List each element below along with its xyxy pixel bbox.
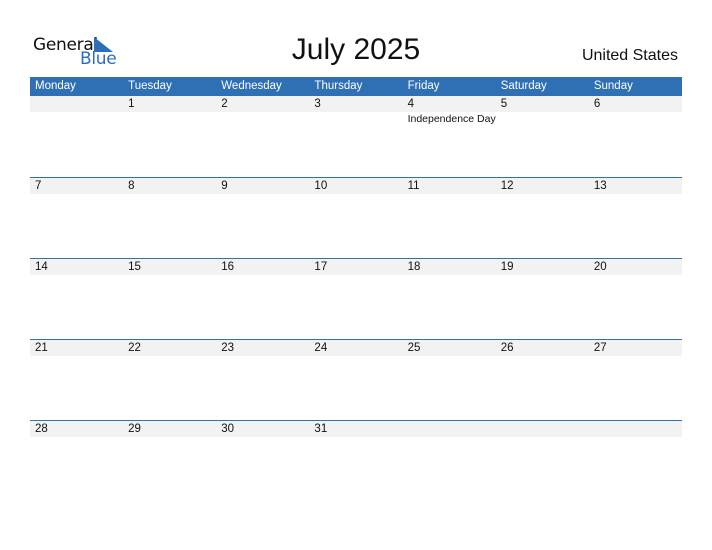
week-cells: 21 22 23 24 25 26 27 xyxy=(30,340,682,420)
weekday-header: Monday Tuesday Wednesday Thursday Friday Satu… xyxy=(30,77,682,96)
day-cell-30: 30 xyxy=(216,421,309,501)
day-number: 22 xyxy=(128,342,141,354)
weekday-header-saturday: Saturday xyxy=(500,80,547,92)
day-cell-27: 27 xyxy=(589,340,682,420)
day-number: 28 xyxy=(35,423,48,435)
day-cell-31: 31 xyxy=(309,421,402,501)
day-cell-empty xyxy=(496,421,589,501)
day-cell-24: 24 xyxy=(309,340,402,420)
day-number: 1 xyxy=(128,98,135,110)
week-cells: 28 29 30 31 xyxy=(30,421,682,501)
day-cell-5: 5 xyxy=(496,96,589,177)
day-number: 26 xyxy=(500,342,514,354)
day-cell-empty xyxy=(589,421,682,501)
day-cell-25: 25 xyxy=(403,340,496,420)
day-number xyxy=(594,421,682,437)
day-cell-1: 1 xyxy=(123,96,216,177)
holiday-label: Independence Day xyxy=(407,113,496,125)
day-number: 4 xyxy=(407,98,414,110)
day-number: 9 xyxy=(221,180,228,192)
day-cell-7: 7 xyxy=(30,178,123,258)
day-cell-11: 11 xyxy=(403,178,496,258)
week-row: 21 22 23 24 25 26 27 xyxy=(30,339,682,420)
week-row: 14 15 16 17 18 19 20 xyxy=(30,258,682,339)
weeks-container: 1 2 3 4 Independence Day 5 6 7 8 9 10 11 12 13 14 15 16 1… xyxy=(30,96,682,501)
week-row: 7 8 9 10 11 12 13 xyxy=(30,177,682,258)
day-cell-16: 16 xyxy=(216,259,309,339)
weekday-header-wednesday: Wednesday xyxy=(221,80,282,92)
week-row: 28 29 30 31 xyxy=(30,420,682,501)
day-number: 3 xyxy=(314,98,321,110)
day-number: 2 xyxy=(221,98,228,110)
day-cell-18: 18 xyxy=(403,259,496,339)
day-number xyxy=(408,421,496,437)
day-number: 18 xyxy=(407,261,421,273)
day-cell-22: 22 xyxy=(123,340,216,420)
day-number: 20 xyxy=(593,261,607,273)
day-number: 10 xyxy=(314,180,328,192)
day-cell-26: 26 xyxy=(496,340,589,420)
day-cell-8: 8 xyxy=(123,178,216,258)
day-number: 12 xyxy=(500,180,514,192)
day-number xyxy=(501,421,589,437)
day-cell-28: 28 xyxy=(30,421,123,501)
calendar-grid: Monday Tuesday Wednesday Thursday Friday Satu… xyxy=(30,77,682,501)
day-cell-4: 4 Independence Day xyxy=(403,96,496,177)
day-number: 6 xyxy=(593,98,601,110)
day-number: 11 xyxy=(407,180,420,192)
day-number: 21 xyxy=(35,342,48,354)
day-number: 8 xyxy=(128,180,135,192)
day-number: 29 xyxy=(128,423,141,435)
day-cell-13: 13 xyxy=(589,178,682,258)
day-number: 31 xyxy=(314,423,328,435)
day-number: 13 xyxy=(593,180,607,192)
day-number: 25 xyxy=(407,342,421,354)
day-number: 19 xyxy=(500,261,514,273)
day-number: 14 xyxy=(35,261,48,273)
week-row: 1 2 3 4 Independence Day 5 6 xyxy=(30,96,682,177)
day-cell-6: 6 xyxy=(589,96,682,177)
day-cell-29: 29 xyxy=(123,421,216,501)
week-cells: 14 15 16 17 18 19 20 xyxy=(30,259,682,339)
day-cell-20: 20 xyxy=(589,259,682,339)
day-number: 7 xyxy=(35,180,42,192)
week-cells: 7 8 9 10 11 12 13 xyxy=(30,178,682,258)
day-cell-15: 15 xyxy=(123,259,216,339)
day-cell-17: 17 xyxy=(309,259,402,339)
day-number: 17 xyxy=(314,261,328,273)
day-number: 15 xyxy=(128,261,141,273)
day-number: 23 xyxy=(221,342,235,354)
day-cell-3: 3 xyxy=(309,96,402,177)
day-cell-10: 10 xyxy=(309,178,402,258)
day-cell-2: 2 xyxy=(216,96,309,177)
day-number: 27 xyxy=(593,342,607,354)
day-cell-empty xyxy=(403,421,496,501)
day-cell-9: 9 xyxy=(216,178,309,258)
weekday-header-tuesday: Tuesday xyxy=(128,80,172,92)
week-cells: 1 2 3 4 Independence Day 5 6 xyxy=(30,96,682,177)
day-cell-23: 23 xyxy=(216,340,309,420)
day-number: 16 xyxy=(221,261,235,273)
day-cell-empty xyxy=(30,96,123,177)
day-number: 5 xyxy=(500,98,508,110)
day-number: 30 xyxy=(221,423,235,435)
weekday-header-thursday: Thursday xyxy=(314,80,363,92)
weekday-header-monday: Monday xyxy=(35,80,76,92)
weekday-header-sunday: Sunday xyxy=(593,80,633,92)
weekday-header-friday: Friday xyxy=(407,80,440,92)
day-number: 24 xyxy=(314,342,328,354)
country-label: United States xyxy=(581,47,678,64)
day-cell-14: 14 xyxy=(30,259,123,339)
day-number xyxy=(35,96,123,112)
day-cell-21: 21 xyxy=(30,340,123,420)
day-cell-19: 19 xyxy=(496,259,589,339)
day-cell-12: 12 xyxy=(496,178,589,258)
